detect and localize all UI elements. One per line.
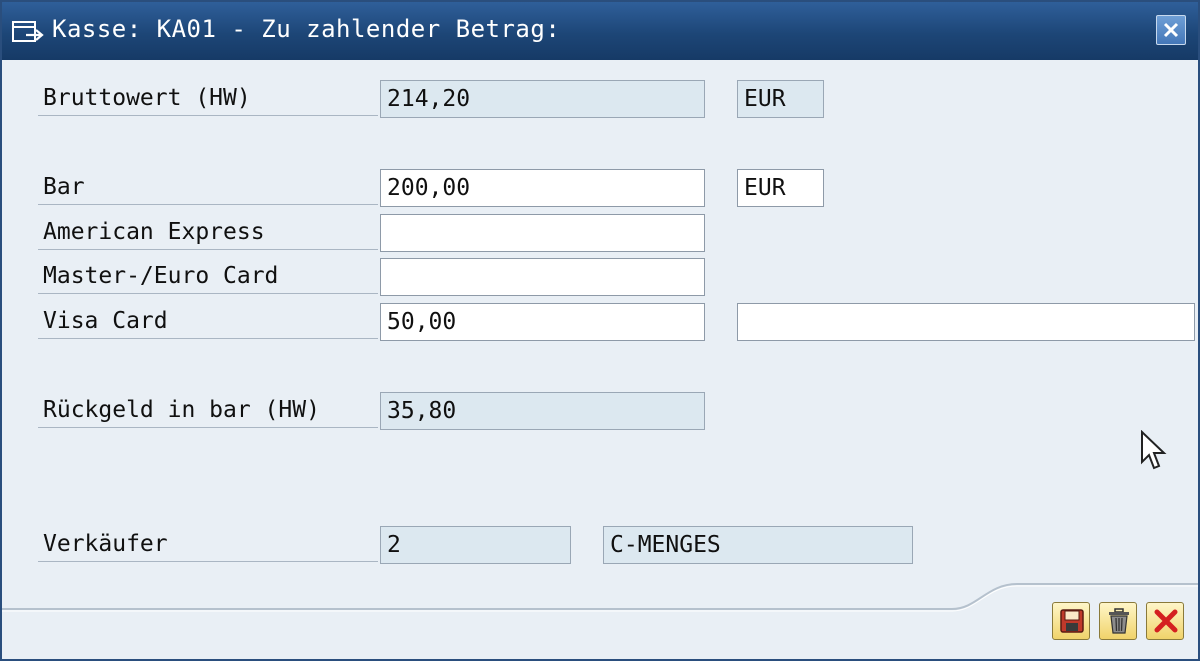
amex-amount-input[interactable] [380,214,705,252]
visa-amount-input[interactable] [380,303,705,341]
payment-dialog: Kasse: KA01 - Zu zahlender Betrag: Brutt… [0,0,1200,661]
gross-value-field: 214,20 [380,80,705,118]
change-field: 35,80 [380,392,705,430]
save-icon [1060,609,1084,633]
visa-extra-input[interactable] [737,303,1195,341]
seller-label: Verkäufer [38,526,378,562]
change-label: Rückgeld in bar (HW) [38,392,378,428]
mastercard-amount-input[interactable] [380,258,705,296]
close-button[interactable] [1156,15,1186,45]
close-icon [1163,22,1179,38]
title-bar: Kasse: KA01 - Zu zahlender Betrag: [2,2,1198,60]
mouse-cursor-icon [1141,430,1167,470]
visa-label: Visa Card [38,303,378,339]
cancel-button[interactable] [1146,602,1184,640]
gross-currency-field: EUR [737,80,824,118]
trash-icon [1109,608,1129,634]
gross-value-label: Bruttowert (HW) [38,80,378,116]
seller-name-field: C-MENGES [603,526,913,564]
cash-currency-input[interactable] [737,169,824,207]
delete-button[interactable] [1099,602,1137,640]
mastercard-label: Master-/Euro Card [38,258,378,294]
cancel-icon [1154,609,1178,633]
save-button[interactable] [1052,602,1090,640]
footer-separator [2,583,1198,612]
window-title: Kasse: KA01 - Zu zahlender Betrag: [52,15,561,43]
cash-amount-input[interactable] [380,169,705,207]
cash-label: Bar [38,169,378,205]
dialog-edit-icon [12,21,44,42]
seller-id-field: 2 [380,526,571,564]
amex-label: American Express [38,214,378,250]
